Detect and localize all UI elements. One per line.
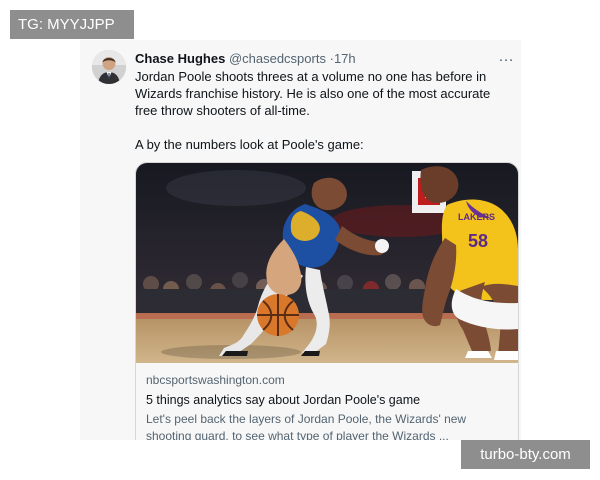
link-domain[interactable]: nbcsportswashington.com — [146, 371, 508, 389]
tweet-text-paragraph-1: Jordan Poole shoots threes at a volume n… — [135, 69, 491, 118]
tweet-text-paragraph-2: A by the numbers look at Poole's game: — [135, 137, 364, 152]
screenshot-page: TG: MYYJJPP Chase Hughes @chasedcsports … — [0, 0, 600, 480]
svg-text:58: 58 — [468, 231, 488, 251]
svg-text:LAKERS: LAKERS — [458, 212, 495, 222]
tweet-card[interactable]: Chase Hughes @chasedcsports ·17h … Jorda… — [80, 40, 521, 440]
tweet-body: Jordan Poole shoots threes at a volume n… — [135, 68, 510, 153]
watermark-bottom-right: turbo-bty.com — [461, 440, 590, 469]
link-description: Let's peel back the layers of Jordan Poo… — [146, 412, 467, 440]
link-card-meta: nbcsportswashington.com 5 things analyti… — [146, 371, 508, 440]
author-name[interactable]: Chase Hughes — [135, 51, 225, 66]
watermark-top-left: TG: MYYJJPP — [10, 10, 134, 39]
basketball-photo-illustration: 58 LAKERS — [136, 163, 518, 363]
article-image[interactable]: 58 LAKERS — [136, 163, 518, 363]
link-title[interactable]: 5 things analytics say about Jordan Pool… — [146, 391, 508, 409]
author-avatar[interactable] — [92, 50, 126, 84]
tweet-time[interactable]: 17h — [334, 51, 356, 66]
more-options-icon[interactable]: … — [495, 48, 517, 68]
avatar-image — [92, 50, 126, 84]
tweet-header: Chase Hughes @chasedcsports ·17h — [135, 50, 485, 68]
author-handle[interactable]: @chasedcsports — [229, 51, 326, 66]
link-preview-card[interactable]: 58 LAKERS nbcsportswashington.com 5 thin… — [135, 162, 519, 440]
